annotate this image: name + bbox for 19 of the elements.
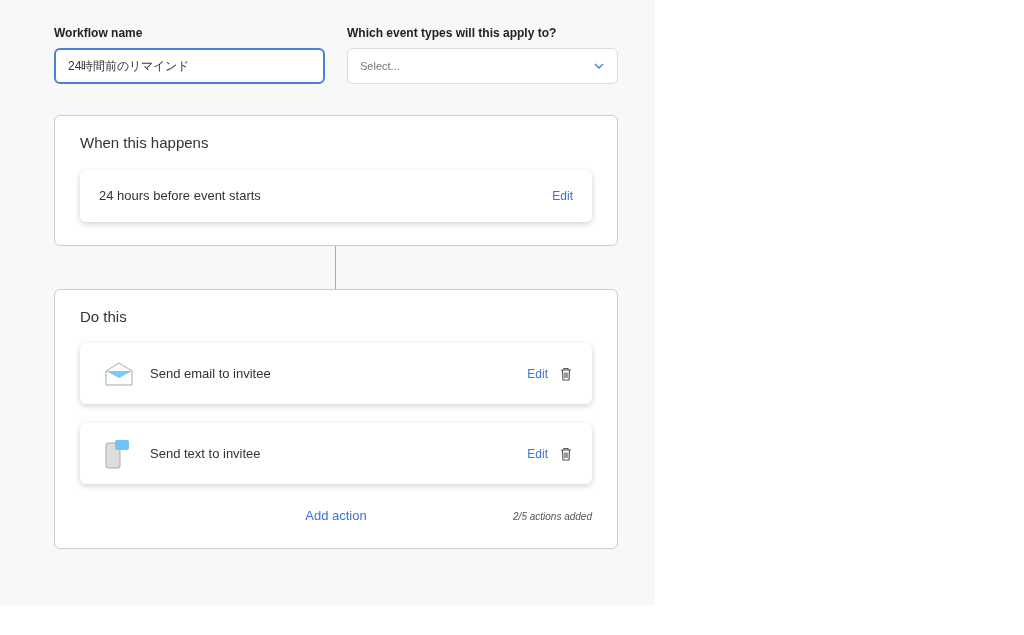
actions-count: 2/5 actions added xyxy=(513,509,592,524)
edit-link[interactable]: Edit xyxy=(552,187,573,205)
action-text: Send email to invitee xyxy=(150,364,272,383)
trigger-text: 24 hours before event starts xyxy=(99,187,261,206)
action-text: Send text to invitee xyxy=(150,444,262,463)
add-action-link[interactable]: Add action xyxy=(305,506,367,526)
trash-icon[interactable] xyxy=(560,446,572,461)
chevron-down-icon xyxy=(594,63,604,69)
edit-link[interactable]: Edit xyxy=(527,444,548,463)
event-types-dropdown[interactable]: Select... xyxy=(347,48,618,84)
workflow-name-field[interactable]: 24時間前のリマインド xyxy=(54,48,325,84)
trash-icon[interactable] xyxy=(560,366,572,381)
field-label: Which event types will this apply to? xyxy=(347,25,558,42)
section-title: When this happens xyxy=(80,133,210,153)
field-label: Workflow name xyxy=(54,25,144,42)
edit-link[interactable]: Edit xyxy=(527,364,548,383)
phone-message-icon xyxy=(105,438,131,469)
section-title: Do this xyxy=(80,307,128,327)
envelope-icon xyxy=(105,361,133,386)
